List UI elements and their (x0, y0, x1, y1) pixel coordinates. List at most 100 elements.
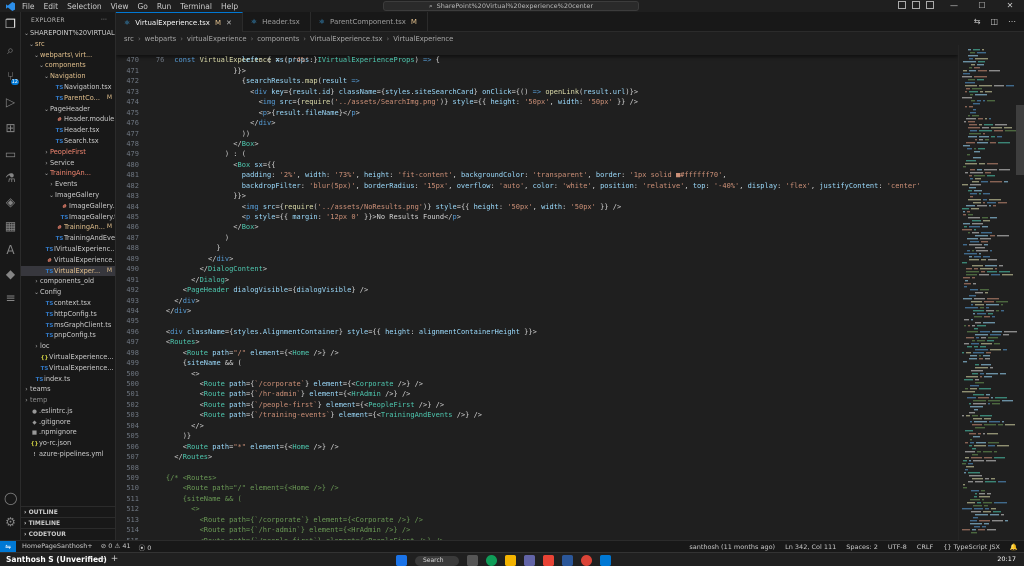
code-line[interactable]: 499 {siteName && ( (116, 358, 958, 368)
code-line[interactable]: 491 </Dialog> (116, 275, 958, 285)
tree-item[interactable]: › Service (21, 158, 115, 169)
edge-icon[interactable] (486, 555, 497, 566)
language-mode[interactable]: {} TypeScript JSX (943, 543, 1000, 551)
scrollbar-thumb[interactable] (1016, 105, 1024, 175)
code-line[interactable]: 492 <PageHeader dialogVisible={dialogVis… (116, 285, 958, 295)
tree-item[interactable]: # TrainingAn... M (21, 222, 115, 233)
code-line[interactable]: 489 </div> (116, 254, 958, 264)
taskbar-search[interactable]: Search (415, 555, 459, 566)
tree-item[interactable]: ⌄webparts\ virt... (21, 50, 115, 61)
run-debug-icon[interactable]: ▷ (4, 96, 17, 109)
code-line[interactable]: 481 padding: '2%', width: '73%', height:… (116, 170, 958, 180)
code-line[interactable]: 511 {siteName && ( (116, 494, 958, 504)
notifications-icon[interactable]: 🔔 (1010, 543, 1018, 551)
tree-item[interactable]: TShttpConfig.ts (21, 309, 115, 320)
code-line[interactable]: 487 ) (116, 233, 958, 243)
breadcrumb-item[interactable]: VirtualExperience.tsx (310, 35, 383, 43)
tree-item[interactable]: TSNavigation.tsx (21, 82, 115, 93)
editor-tab[interactable]: ⚛ ParentComponent.tsx M (311, 12, 428, 32)
extensions-icon[interactable]: ⊞ (4, 122, 17, 135)
code-line[interactable]: 500 <Route path={`/corporate`} element={… (116, 379, 958, 389)
breadcrumb-item[interactable]: virtualExperience (187, 35, 247, 43)
code-line[interactable]: 473 <div key={result.id} className={styl… (116, 87, 958, 97)
tree-item[interactable]: TSHeader.tsx (21, 125, 115, 136)
new-tab-icon[interactable]: — + (96, 554, 118, 564)
tree-item[interactable]: TSTrainingAndEve... (21, 233, 115, 244)
toggle-panel-icon[interactable] (912, 1, 920, 9)
code-line[interactable]: 488 } (116, 243, 958, 253)
code-line[interactable]: 478 </Box> (116, 139, 958, 149)
toggle-secondary-sidebar-icon[interactable] (926, 1, 934, 9)
tree-item[interactable]: TSParentCo... M (21, 93, 115, 104)
tree-item[interactable]: TSVirtualExperience... (21, 363, 115, 374)
source-control-icon[interactable]: ⑂ 12 (4, 70, 19, 85)
tab-close-icon[interactable]: ✕ (226, 19, 232, 27)
task-view-icon[interactable] (467, 555, 478, 566)
outline-section[interactable]: › OUTLINE (21, 506, 115, 517)
code-line[interactable]: 477 )) (116, 129, 958, 139)
breadcrumb-item[interactable]: webparts (145, 35, 177, 43)
code-line[interactable]: 502 <Route path={`/people-first`} elemen… (116, 400, 958, 410)
menu-help[interactable]: Help (221, 2, 238, 11)
tree-item[interactable]: TSImageGallery.tsx (21, 212, 115, 223)
menu-view[interactable]: View (111, 2, 129, 11)
database-icon[interactable]: ≡ (4, 292, 17, 305)
search-icon[interactable]: ⌕ (4, 44, 17, 57)
code-line[interactable]: 494 </div> (116, 306, 958, 316)
minimize-icon[interactable]: — (940, 0, 968, 12)
tree-item[interactable]: ◆ .gitignore (21, 417, 115, 428)
code-line[interactable]: 497 <Routes> (116, 337, 958, 347)
vscode-taskbar-icon[interactable] (600, 555, 611, 566)
code-line[interactable]: 510 <Route path="/" element={<Home />} /… (116, 483, 958, 493)
code-line[interactable]: 485 <p style={{ margin: '12px 0' }}>No R… (116, 212, 958, 222)
compare-icon[interactable]: ⇆ (974, 17, 981, 26)
code-line[interactable]: 476 </div> (116, 118, 958, 128)
tree-item[interactable]: ⌄Config (21, 287, 115, 298)
tree-item[interactable]: ⌄components (21, 60, 115, 71)
indentation-status[interactable]: Spaces: 2 (846, 543, 878, 551)
tree-item[interactable]: TSVirtualExper... M (21, 265, 115, 277)
file-explorer-icon[interactable] (505, 555, 516, 566)
code-line[interactable]: 509 {/* <Routes> (116, 473, 958, 483)
menu-file[interactable]: File (22, 2, 35, 11)
code-editor[interactable]: 76 const VirtualExperience = (props: IVir… (116, 45, 958, 540)
code-line[interactable]: 486 </Box> (116, 222, 958, 232)
menu-terminal[interactable]: Terminal (180, 2, 212, 11)
timeline-icon[interactable]: ▦ (4, 220, 17, 233)
menu-go[interactable]: Go (137, 2, 147, 11)
code-line[interactable]: 498 <Route path="/" element={<Home />} /… (116, 348, 958, 358)
store-icon[interactable] (543, 555, 554, 566)
tree-item[interactable]: TSmsGraphClient.ts (21, 320, 115, 331)
breadcrumb-item[interactable]: VirtualExperience (393, 35, 453, 43)
chrome-icon[interactable] (581, 555, 592, 566)
tree-item[interactable]: › Events (21, 179, 115, 190)
code-line[interactable]: 507 </Routes> (116, 452, 958, 462)
settings-gear-icon[interactable]: ⚙ (4, 516, 17, 529)
tree-item[interactable]: TSpnpConfig.ts (21, 330, 115, 341)
tree-item[interactable]: › loc (21, 341, 115, 352)
code-line[interactable]: 493 </div> (116, 296, 958, 306)
breadcrumb-item[interactable]: src (124, 35, 134, 43)
code-line[interactable]: 500 <> (116, 369, 958, 379)
codetour-section[interactable]: › CODETOUR (21, 528, 115, 539)
tree-item[interactable]: › PeopleFirst (21, 147, 115, 158)
code-line[interactable]: 501 <Route path={`/hr-admin`} element={<… (116, 389, 958, 399)
tree-item[interactable]: ⌄TrainingAn... (21, 168, 115, 179)
editor-tab[interactable]: ⚛ VirtualExperience.tsx M ✕ (116, 12, 243, 32)
outlook-icon[interactable] (562, 555, 573, 566)
timeline-section[interactable]: › TIMELINE (21, 517, 115, 528)
teams-icon[interactable] (524, 555, 535, 566)
code-line[interactable]: 504 </> (116, 421, 958, 431)
remote-explorer-icon[interactable]: ▭ (4, 148, 17, 161)
more-icon[interactable]: ⋯ (1008, 17, 1016, 26)
menu-run[interactable]: Run (157, 2, 171, 11)
code-line[interactable]: 503 <Route path={`/training-events`} ele… (116, 410, 958, 420)
sticky-scroll-line[interactable]: 76 const VirtualExperience = (props: IVir… (116, 45, 958, 64)
tree-item[interactable]: ⌄PageHeader (21, 104, 115, 115)
code-line[interactable]: 484 <img src={require('../assets/NoResul… (116, 202, 958, 212)
remote-indicator-icon[interactable]: ⇋ (0, 540, 16, 553)
code-line[interactable]: 512 <> (116, 504, 958, 514)
code-line[interactable]: 475 <p>{result.fileName}</p> (116, 108, 958, 118)
tree-item[interactable]: TScontext.tsx (21, 298, 115, 309)
tree-item[interactable]: ■ .npmignore (21, 427, 115, 438)
